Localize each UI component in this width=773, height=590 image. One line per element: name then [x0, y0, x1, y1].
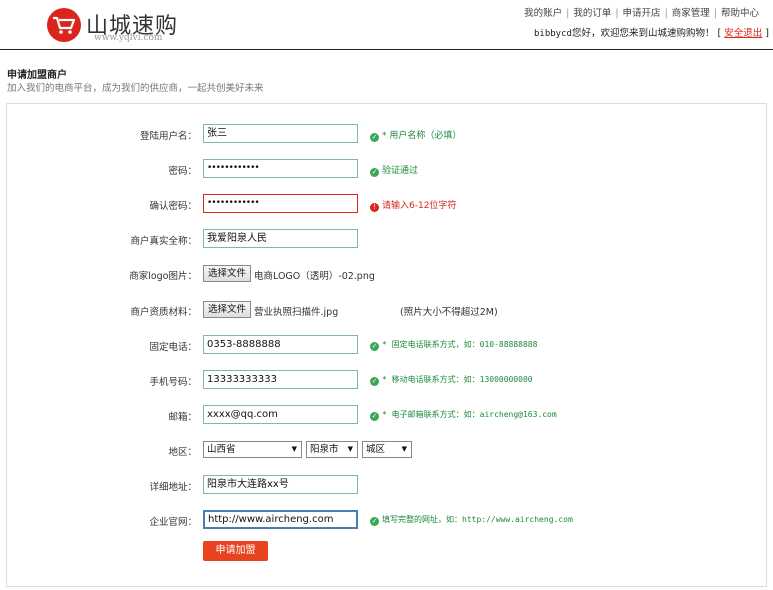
site-logo[interactable]: 山城速购 www.yqlvl.com	[47, 6, 187, 46]
province-select[interactable]: 山西省 ▼	[203, 441, 302, 458]
password-tip: ✓ 验证通过	[370, 166, 419, 177]
license-label: 商户资质材料：	[130, 307, 197, 318]
phone-label: 固定电话：	[149, 342, 197, 353]
welcome-text: 您好，欢迎您来到山城速购购物！	[571, 28, 715, 39]
logout-link[interactable]: 安全退出	[724, 28, 762, 39]
mobile-input[interactable]: 13333333333	[203, 370, 358, 389]
logo-label: 商家logo图片：	[129, 271, 197, 282]
phone-input[interactable]: 0353-8888888	[203, 335, 358, 354]
phone-tip: ✓ * 固定电话联系方式，如：010-88888888	[370, 340, 538, 351]
brand-url: www.yqlvl.com	[94, 33, 163, 43]
page-title: 申请加盟商户	[7, 70, 67, 81]
confirm-password-tip: ! 请输入6-12位字符	[370, 198, 456, 212]
apply-submit-button[interactable]: 申请加盟	[203, 541, 268, 561]
region-label: 地区：	[168, 447, 197, 458]
username-tip: ✓ * 用户名称（必填）	[370, 131, 462, 142]
address-label: 详细地址：	[149, 482, 197, 493]
welcome-bar: bibbycd您好，欢迎您来到山城速购购物！ [ 安全退出 ]	[534, 25, 769, 39]
confirm-password-input[interactable]: ••••••••••••	[203, 194, 358, 213]
username-input[interactable]: 张三	[203, 124, 358, 143]
real-name-input[interactable]: 我爱阳泉人民	[203, 229, 358, 248]
license-file-name: 营业执照扫描件.jpg	[254, 307, 339, 318]
logout-bracket-open: [	[717, 28, 722, 39]
license-choose-file-button[interactable]: 选择文件	[203, 301, 252, 318]
website-tip: ✓ 填写完整的网址，如：http://www.aircheng.com	[370, 515, 573, 526]
website-label: 企业官网：	[149, 517, 197, 528]
email-label: 邮箱：	[168, 412, 197, 423]
dropdown-arrow-icon: ▼	[291, 445, 297, 453]
check-icon: ✓	[370, 168, 379, 177]
logo-choose-file-button[interactable]: 选择文件	[203, 265, 252, 282]
confirm-password-label: 确认密码：	[149, 201, 197, 212]
username-label: 登陆用户名：	[139, 131, 197, 142]
check-icon: ✓	[370, 517, 379, 526]
city-select[interactable]: 阳泉市 ▼	[306, 441, 358, 458]
check-icon: ✓	[370, 412, 379, 421]
welcome-username: bibbycd	[534, 29, 572, 39]
check-icon: ✓	[370, 342, 379, 351]
nav-merchant-admin[interactable]: 商家管理	[672, 8, 710, 19]
website-input[interactable]: http://www.aircheng.com	[203, 510, 358, 529]
license-size-note: (照片大小不得超过2M)	[400, 307, 498, 318]
error-icon: !	[370, 203, 379, 212]
shopping-cart-icon	[47, 8, 81, 42]
top-nav: 我的账户 | 我的订单 | 申请开店 | 商家管理 | 帮助中心	[524, 8, 759, 19]
real-name-label: 商户真实全称：	[130, 236, 197, 247]
email-input[interactable]: xxxx@qq.com	[203, 405, 358, 424]
nav-my-orders[interactable]: 我的订单	[573, 8, 611, 19]
email-tip: ✓ * 电子邮箱联系方式：如：aircheng@163.com	[370, 410, 557, 421]
address-input[interactable]: 阳泉市大连路xx号	[203, 475, 358, 494]
logo-file-name: 电商LOGO（透明）-02.png	[254, 271, 375, 282]
check-icon: ✓	[370, 133, 379, 142]
page-subtitle: 加入我们的电商平台，成为我们的供应商，一起共创美好未来	[7, 83, 264, 94]
district-select[interactable]: 城区 ▼	[362, 441, 412, 458]
check-icon: ✓	[370, 377, 379, 386]
nav-help-center[interactable]: 帮助中心	[721, 8, 759, 19]
mobile-tip: ✓ * 移动电话联系方式：如：13000000000	[370, 375, 533, 386]
logout-bracket-close: ]	[765, 28, 769, 39]
nav-open-store[interactable]: 申请开店	[623, 8, 661, 19]
dropdown-arrow-icon: ▼	[347, 445, 353, 453]
password-input[interactable]: ••••••••••••	[203, 159, 358, 178]
password-label: 密码：	[168, 166, 197, 177]
dropdown-arrow-icon: ▼	[401, 445, 407, 453]
mobile-label: 手机号码：	[149, 377, 197, 388]
nav-my-account[interactable]: 我的账户	[524, 8, 562, 19]
header-divider	[0, 49, 773, 50]
